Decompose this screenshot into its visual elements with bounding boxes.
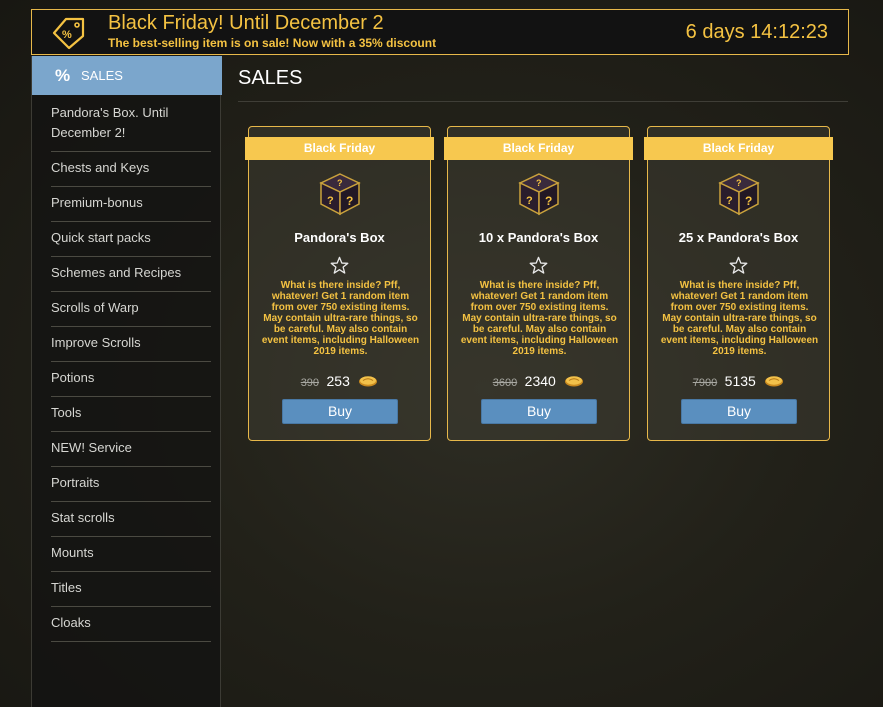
product-price: 7900 5135	[648, 373, 829, 391]
sidebar-item-portraits[interactable]: Portraits	[51, 467, 211, 502]
sidebar-item-new-service[interactable]: NEW! Service	[51, 432, 211, 467]
sidebar-item-stat-scrolls[interactable]: Stat scrolls	[51, 502, 211, 537]
gold-coin-icon	[358, 375, 378, 387]
new-price: 2340	[524, 373, 556, 389]
product-description: What is there inside? Pff, whatever! Get…	[261, 280, 420, 357]
title-divider	[238, 101, 848, 102]
category-sidebar: % SALES Pandora's Box. Until December 2!…	[31, 56, 222, 707]
gold-coin-icon	[764, 375, 784, 387]
sidebar-item-potions[interactable]: Potions	[51, 362, 211, 397]
svg-text:%: %	[62, 29, 72, 41]
favorite-star-icon[interactable]	[729, 256, 748, 275]
countdown-timer: 6 days 14:12:23	[685, 21, 828, 43]
banner-title: Black Friday! Until December 2	[108, 12, 384, 34]
new-price: 5135	[724, 373, 756, 389]
sidebar-list: Pandora's Box. Until December 2! Chests …	[32, 95, 222, 642]
black-friday-ribbon: Black Friday	[245, 137, 434, 160]
product-name: Pandora's Box	[294, 230, 385, 245]
favorite-star-icon[interactable]	[330, 256, 349, 275]
promo-banner: % Black Friday! Until December 2 The bes…	[31, 9, 849, 55]
discount-tag-icon: %	[52, 17, 85, 50]
sidebar-item-sales[interactable]: % SALES	[32, 56, 222, 95]
sidebar-item-quick-start-packs[interactable]: Quick start packs	[51, 222, 211, 257]
old-price: 3600	[492, 377, 518, 389]
black-friday-ribbon: Black Friday	[444, 137, 633, 160]
sidebar-item-improve-scrolls[interactable]: Improve Scrolls	[51, 327, 211, 362]
page-title: SALES	[238, 67, 303, 89]
pandora-box-icon	[317, 171, 363, 217]
favorite-star-icon[interactable]	[529, 256, 548, 275]
buy-button[interactable]: Buy	[681, 399, 797, 424]
sidebar-item-schemes-and-recipes[interactable]: Schemes and Recipes	[51, 257, 211, 292]
sidebar-item-pandoras-box[interactable]: Pandora's Box. Until December 2!	[51, 95, 211, 152]
old-price: 390	[300, 377, 320, 389]
product-name: 10 x Pandora's Box	[478, 230, 599, 245]
sidebar-item-tools[interactable]: Tools	[51, 397, 211, 432]
product-description: What is there inside? Pff, whatever! Get…	[460, 280, 619, 357]
product-card: Black Friday Pandora's Box What is there…	[245, 126, 434, 441]
percent-icon: %	[55, 65, 71, 85]
new-price: 253	[326, 373, 350, 389]
gold-coin-icon	[564, 375, 584, 387]
pandora-box-icon	[716, 171, 762, 217]
buy-button[interactable]: Buy	[481, 399, 597, 424]
product-description: What is there inside? Pff, whatever! Get…	[660, 280, 819, 357]
product-price: 3600 2340	[448, 373, 629, 391]
sidebar-item-cloaks[interactable]: Cloaks	[51, 607, 211, 642]
black-friday-ribbon: Black Friday	[644, 137, 833, 160]
product-card: Black Friday 10 x Pandora's Box What is …	[444, 126, 633, 441]
product-price: 390 253	[249, 373, 430, 391]
banner-subtitle: The best-selling item is on sale! Now wi…	[108, 36, 437, 50]
product-card: Black Friday 25 x Pandora's Box What is …	[644, 126, 833, 441]
sidebar-item-scrolls-of-warp[interactable]: Scrolls of Warp	[51, 292, 211, 327]
old-price: 7900	[692, 377, 718, 389]
sidebar-item-premium-bonus[interactable]: Premium-bonus	[51, 187, 211, 222]
sidebar-item-mounts[interactable]: Mounts	[51, 537, 211, 572]
pandora-box-icon	[516, 171, 562, 217]
sidebar-item-chests-and-keys[interactable]: Chests and Keys	[51, 152, 211, 187]
sidebar-item-label: SALES	[81, 68, 123, 83]
sidebar-item-titles[interactable]: Titles	[51, 572, 211, 607]
product-name: 25 x Pandora's Box	[678, 230, 799, 245]
buy-button[interactable]: Buy	[282, 399, 398, 424]
